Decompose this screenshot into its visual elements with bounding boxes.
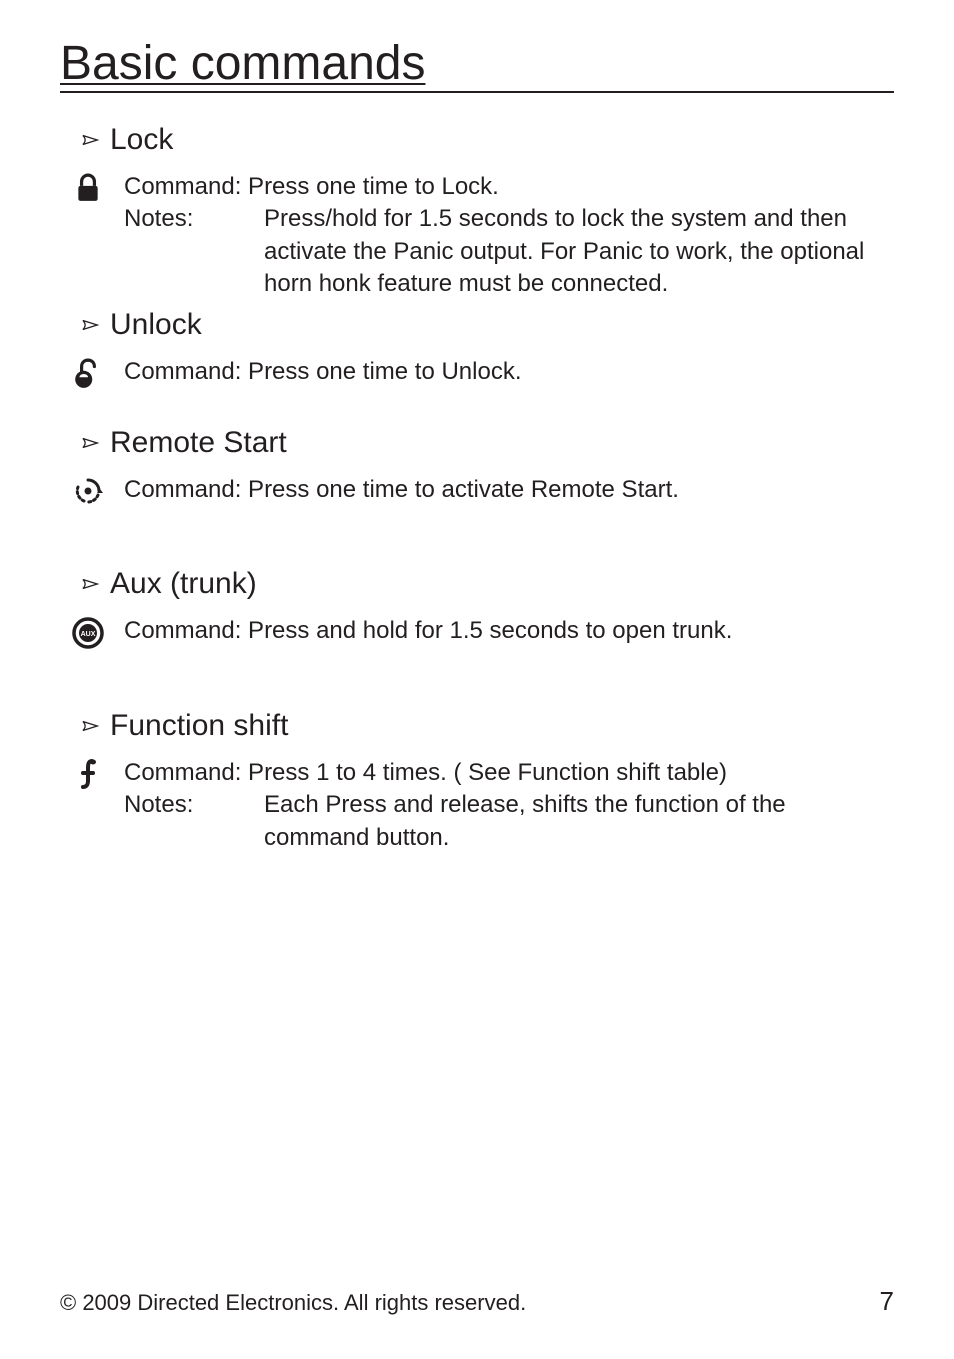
page-footer: © 2009 Directed Electronics. All rights … xyxy=(60,1286,894,1317)
fshift-notes-row: Notes: Each Press and release, shifts th… xyxy=(124,789,894,854)
heading-function-shift: Function shift xyxy=(60,709,894,743)
command-label: Command xyxy=(124,476,235,503)
aux-command-text: : Press and hold for 1.5 seconds to open… xyxy=(235,617,733,644)
section-unlock: Unlock Command: Press one time to Unlock… xyxy=(60,308,894,390)
aux-icon: AUX xyxy=(68,615,108,649)
arrowhead-icon xyxy=(82,436,100,450)
function-shift-icon xyxy=(68,757,108,789)
copyright-text: © 2009 Directed Electronics. All rights … xyxy=(60,1290,526,1316)
aux-command-row: Command: Press and hold for 1.5 seconds … xyxy=(124,615,894,647)
lock-icon xyxy=(68,171,108,203)
fshift-command-row: Command: Press 1 to 4 times. ( See Funct… xyxy=(124,757,894,789)
remote-start-icon xyxy=(68,474,108,506)
page-title-wrap: Basic commands xyxy=(60,38,894,93)
fshift-command-text: : Press 1 to 4 times. ( See Function shi… xyxy=(235,759,727,786)
heading-remote-text: Remote Start xyxy=(110,426,287,460)
aux-block: AUX Command: Press and hold for 1.5 seco… xyxy=(60,615,894,649)
unlock-command-text: : Press one time to Unlock. xyxy=(235,358,522,385)
arrowhead-icon xyxy=(82,133,100,147)
arrowhead-icon xyxy=(82,577,100,591)
command-label: Command xyxy=(124,173,235,200)
lock-notes-text: Press/hold for 1.5 seconds to lock the s… xyxy=(264,203,894,300)
heading-fshift-text: Function shift xyxy=(110,709,288,743)
remote-command-row: Command: Press one time to activate Remo… xyxy=(124,474,894,506)
heading-aux-text: Aux (trunk) xyxy=(110,567,257,601)
heading-lock-text: Lock xyxy=(110,123,173,157)
section-remote-start: Remote Start Command: Press one time to … xyxy=(60,426,894,506)
aux-text: Command: Press and hold for 1.5 seconds … xyxy=(124,615,894,647)
unlock-icon xyxy=(68,356,108,390)
section-aux: Aux (trunk) AUX Command: Press and hold … xyxy=(60,567,894,649)
fshift-notes-text: Each Press and release, shifts the funct… xyxy=(264,789,894,854)
command-label: Command xyxy=(124,617,235,644)
fshift-text: Command: Press 1 to 4 times. ( See Funct… xyxy=(124,757,894,854)
command-label: Command xyxy=(124,358,235,385)
remote-text: Command: Press one time to activate Remo… xyxy=(124,474,894,506)
heading-lock: Lock xyxy=(60,123,894,157)
unlock-text: Command: Press one time to Unlock. xyxy=(124,356,894,388)
page-title: Basic commands xyxy=(60,38,894,91)
notes-label: Notes: xyxy=(124,789,264,821)
unlock-block: Command: Press one time to Unlock. xyxy=(60,356,894,390)
arrowhead-icon xyxy=(82,318,100,332)
lock-command-row: Command: Press one time to Lock. xyxy=(124,171,894,203)
command-label: Command xyxy=(124,759,235,786)
lock-command-text: : Press one time to Lock. xyxy=(235,173,499,200)
page-number: 7 xyxy=(880,1286,894,1317)
unlock-command-row: Command: Press one time to Unlock. xyxy=(124,356,894,388)
lock-text: Command: Press one time to Lock. Notes: … xyxy=(124,171,894,301)
notes-label: Notes: xyxy=(124,203,264,235)
section-lock: Lock Command: Press one time to Lock. No… xyxy=(60,123,894,301)
heading-unlock: Unlock xyxy=(60,308,894,342)
lock-block: Command: Press one time to Lock. Notes: … xyxy=(60,171,894,301)
lock-notes-row: Notes: Press/hold for 1.5 seconds to loc… xyxy=(124,203,894,300)
svg-text:AUX: AUX xyxy=(81,631,96,638)
heading-unlock-text: Unlock xyxy=(110,308,202,342)
section-function-shift: Function shift Command: Press 1 to 4 tim… xyxy=(60,709,894,854)
document-page: Basic commands Lock Command: Press one t… xyxy=(0,0,954,1359)
remote-command-text: : Press one time to activate Remote Star… xyxy=(235,476,679,503)
heading-remote-start: Remote Start xyxy=(60,426,894,460)
fshift-block: Command: Press 1 to 4 times. ( See Funct… xyxy=(60,757,894,854)
arrowhead-icon xyxy=(82,719,100,733)
remote-block: Command: Press one time to activate Remo… xyxy=(60,474,894,506)
heading-aux: Aux (trunk) xyxy=(60,567,894,601)
